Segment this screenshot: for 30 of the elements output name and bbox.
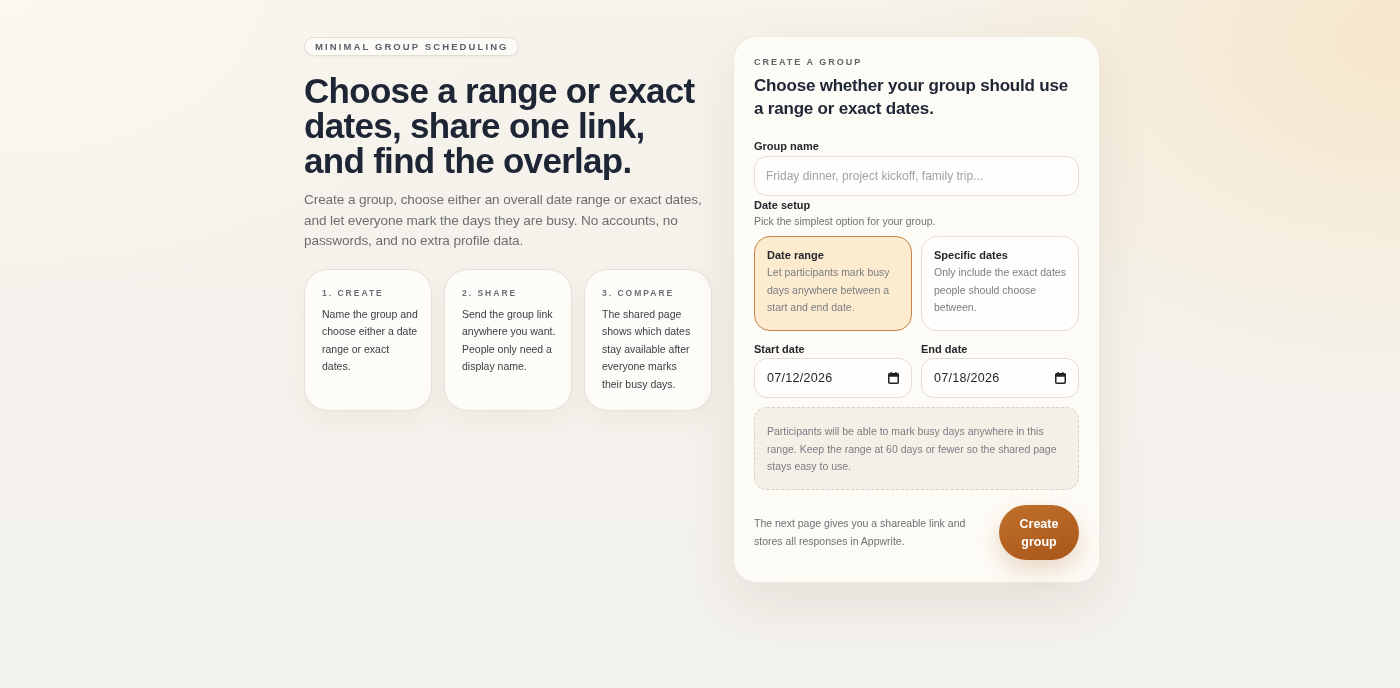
- field-label: Group name: [754, 140, 820, 152]
- info-note: Participants will be able to mark busy days anywhere in this range. Keep the range at 60 days or fewer so the shared page stays easy to use.: [754, 407, 1079, 490]
- hero-description: Create a group, choose either an overall date range or exact dates, and let everyone mark the days they are busy. No accounts, no passwords, and no extra profile data.: [304, 191, 703, 250]
- form-title: Choose whether your group should use a range or exact dates.: [754, 75, 1069, 120]
- create-group-button[interactable]: Create group: [999, 505, 1079, 560]
- field-hint: Pick the simplest option for your group.: [754, 215, 937, 227]
- step-label: 1. CREATE: [322, 287, 385, 298]
- step-description: Name the group and choose either a date range or exact dates.: [322, 306, 419, 374]
- calendar-icon[interactable]: [1055, 372, 1066, 384]
- calendar-icon[interactable]: [888, 372, 899, 384]
- date-field[interactable]: 07/12/2026: [754, 358, 912, 398]
- hero-heading: Choose a range or exact dates, share one link, and find the overlap.: [304, 73, 696, 178]
- category-badge: MINIMAL GROUP SCHEDULING: [304, 37, 519, 56]
- group-name-field[interactable]: Friday dinner, project kickoff, family trip...: [754, 156, 1079, 196]
- field-label: Start date: [754, 343, 806, 355]
- option-description: Only include the exact dates people should choose between.: [934, 265, 1067, 315]
- option-title: Date range: [767, 249, 825, 261]
- field-label: End date: [921, 343, 969, 355]
- form-eyebrow: CREATE A GROUP: [754, 57, 864, 67]
- step-description: The shared page shows which dates stay available after everyone marks their busy days.: [602, 306, 692, 392]
- option-card[interactable]: Date range Let participants mark busy days anywhere between a start and end date.: [754, 236, 912, 331]
- option-description: Let participants mark busy days anywhere between a start and end date.: [767, 265, 891, 315]
- option-card[interactable]: Specific dates Only include the exact dates people should choose between.: [921, 236, 1079, 331]
- step-label: 3. COMPARE: [602, 287, 676, 298]
- step-description: Send the group link anywhere you want. People only need a display name.: [462, 306, 557, 374]
- field-label: Date setup: [754, 199, 812, 211]
- footer-text: The next page gives you a shareable link and stores all responses in Appwrite.: [754, 516, 967, 549]
- option-title: Specific dates: [934, 249, 1009, 261]
- date-field[interactable]: 07/18/2026: [921, 358, 1079, 398]
- step-label: 2. SHARE: [462, 287, 519, 298]
